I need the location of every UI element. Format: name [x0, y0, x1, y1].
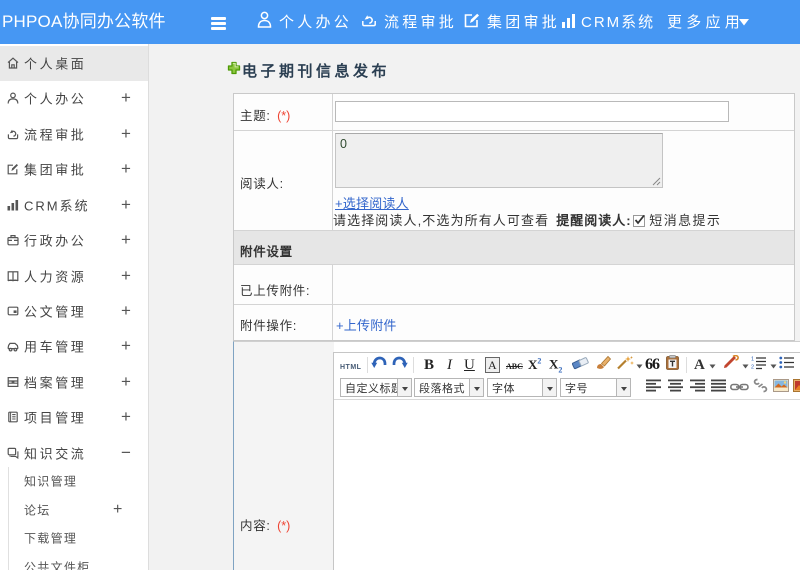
svg-text:2: 2 [751, 365, 754, 370]
svg-text:1: 1 [751, 357, 754, 363]
